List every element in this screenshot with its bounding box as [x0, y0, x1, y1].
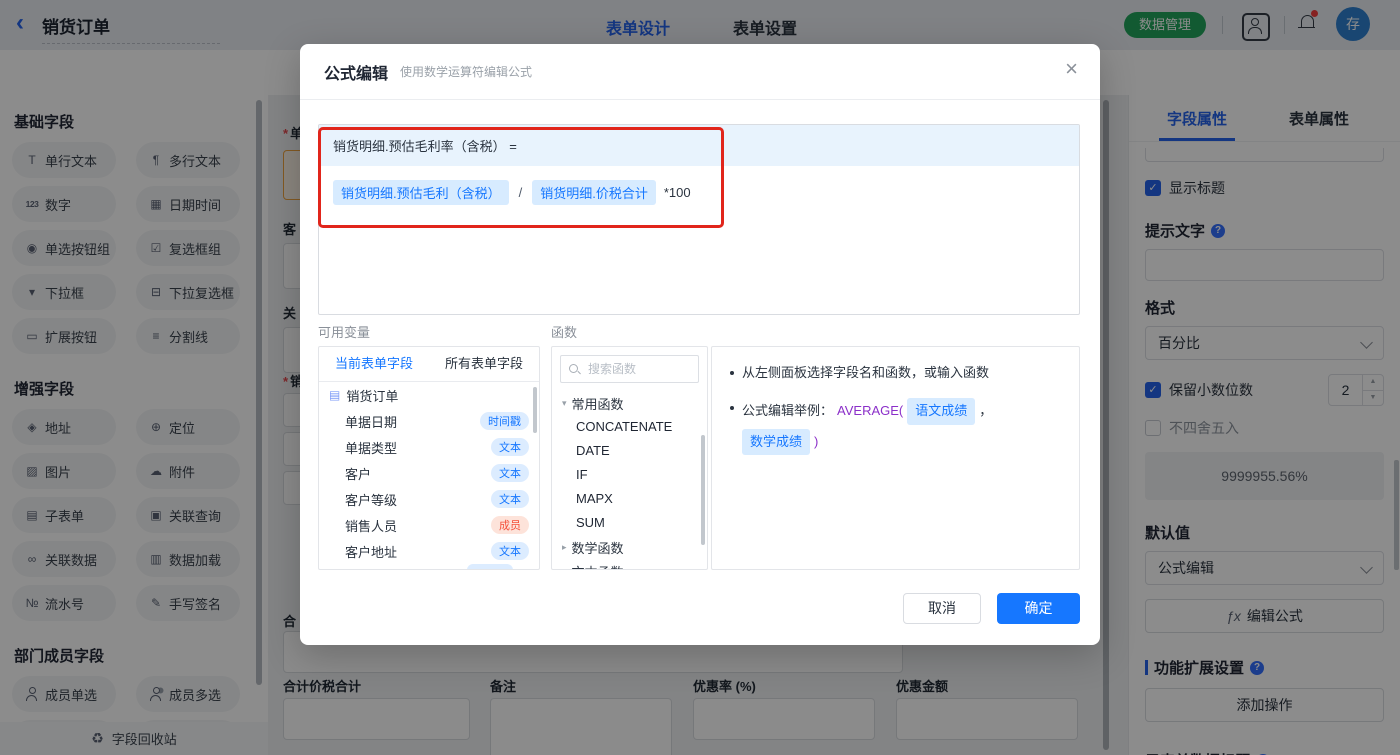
- group-label: 数学函数: [571, 540, 624, 556]
- dialog-title: 公式编辑: [324, 65, 389, 83]
- formula-target-line: 销货明细.预估毛利率（含税） =: [319, 125, 1079, 166]
- formula-operator: /: [518, 185, 523, 200]
- type-badge: 成员: [491, 516, 529, 534]
- formula-field-chip[interactable]: 销货明细.价税合计: [532, 180, 656, 205]
- variable-name: 销售人员: [345, 518, 398, 534]
- app-window: ‹ 销货订单 表单设计 表单设置 数据管理 存 ⧉ 表单外链 ‹/› 后端脚本 …: [0, 0, 1400, 755]
- group-label: 文本函数: [572, 562, 624, 570]
- dialog-header: 公式编辑 使用数学运算符编辑公式: [300, 44, 1100, 100]
- type-badge: 时间戳: [480, 412, 529, 430]
- function-name: AVERAGE(: [837, 402, 904, 418]
- type-badge: 文本: [491, 438, 529, 456]
- function-item[interactable]: DATE: [552, 439, 707, 463]
- variables-panel: 当前表单字段 所有表单字段 ▤ 销货订单 单据日期 时间戳 单据类型 文本 客户…: [318, 346, 540, 570]
- hint-text: 从左侧面板选择字段名和函数，或输入函数: [742, 365, 990, 380]
- comma: ，: [979, 402, 993, 418]
- variable-name: 单据日期: [345, 414, 398, 430]
- variable-name: 客户地址: [345, 544, 398, 560]
- function-item[interactable]: MAPX: [552, 487, 707, 511]
- example-chip: 数学成绩: [742, 428, 811, 456]
- function-close: ): [814, 433, 819, 449]
- variable-row[interactable]: 客户等级 文本: [319, 486, 539, 512]
- variable-row[interactable]: 单据日期 时间戳: [319, 408, 539, 434]
- formula-editor[interactable]: 销货明细.预估毛利率（含税） = 销货明细.预估毛利（含税） / 销货明细.价税…: [318, 124, 1080, 315]
- type-badge: 文本: [491, 464, 529, 482]
- variable-row[interactable]: 客户地址 文本: [319, 538, 539, 564]
- tab-all-form-fields[interactable]: 所有表单字段: [429, 347, 539, 381]
- search-icon: [569, 363, 580, 375]
- functions-scrollbar[interactable]: [701, 435, 705, 545]
- bullet-icon: [730, 371, 734, 375]
- function-group-common[interactable]: ▾ 常用函数: [552, 391, 707, 415]
- chevron-closed-icon: ▸: [562, 541, 567, 552]
- chevron-open-icon: ▾: [562, 397, 567, 408]
- type-badge: 文本: [491, 542, 529, 560]
- chevron-closed-icon: ▸: [562, 566, 567, 570]
- tab-current-form-fields[interactable]: 当前表单字段: [319, 347, 429, 381]
- formula-edit-dialog: 公式编辑 使用数学运算符编辑公式 × 销货明细.预估毛利率（含税） = 销货明细…: [300, 44, 1100, 645]
- function-item[interactable]: SUM: [552, 511, 707, 535]
- function-item[interactable]: CONCATENATE: [552, 415, 707, 439]
- hint-prefix: 公式编辑举例：: [742, 402, 834, 418]
- function-group-text[interactable]: ▸ 文本函数: [552, 559, 707, 570]
- form-doc-icon: ▤: [329, 388, 341, 402]
- confirm-button[interactable]: 确定: [997, 593, 1080, 624]
- dialog-subtitle: 使用数学运算符编辑公式: [400, 65, 533, 79]
- variable-tree-root[interactable]: ▤ 销货订单: [319, 382, 539, 408]
- function-search-input[interactable]: [586, 361, 690, 377]
- variable-name: 客户: [345, 466, 372, 482]
- formula-field-chip[interactable]: 销货明细.预估毛利（含税）: [333, 180, 509, 205]
- bullet-icon: [730, 405, 734, 410]
- variable-row[interactable]: 单据类型 文本: [319, 434, 539, 460]
- variables-scrollbar[interactable]: [533, 387, 537, 433]
- clipped-badge: [467, 564, 513, 569]
- function-group-math[interactable]: ▸ 数学函数: [552, 535, 707, 559]
- formula-target: 销货明细.预估毛利率（含税） =: [333, 139, 517, 154]
- hint-example: 公式编辑举例： AVERAGE( 语文成绩 ， 数学成绩 ): [742, 397, 1061, 456]
- functions-panel: ▾ 常用函数 CONCATENATE DATE IF MAPX SUM ▸ 数学…: [551, 346, 708, 570]
- close-icon[interactable]: ×: [1065, 58, 1078, 80]
- variable-row[interactable]: 客户 文本: [319, 460, 539, 486]
- hint-line-1: 从左侧面板选择字段名和函数，或输入函数: [730, 363, 1061, 384]
- hints-panel: 从左侧面板选择字段名和函数，或输入函数 公式编辑举例： AVERAGE( 语文成…: [711, 346, 1080, 570]
- formula-expression-line: 销货明细.预估毛利（含税） / 销货明细.价税合计 *100: [319, 166, 1079, 219]
- variables-tabs: 当前表单字段 所有表单字段: [319, 347, 539, 382]
- function-item[interactable]: IF: [552, 463, 707, 487]
- hint-line-2: 公式编辑举例： AVERAGE( 语文成绩 ， 数学成绩 ): [730, 397, 1061, 456]
- group-label: 常用函数: [571, 396, 624, 412]
- formula-constant: *100: [663, 185, 691, 200]
- variable-name: 单据类型: [345, 440, 398, 456]
- variables-label: 可用变量: [318, 325, 371, 340]
- type-badge: 文本: [491, 490, 529, 508]
- function-search[interactable]: [560, 355, 699, 383]
- variable-row[interactable]: 销售人员 成员: [319, 512, 539, 538]
- variable-name: 客户等级: [345, 492, 398, 508]
- cancel-button[interactable]: 取消: [903, 593, 981, 624]
- example-chip: 语文成绩: [907, 397, 976, 425]
- root-name: 销货订单: [346, 388, 399, 404]
- functions-label: 函数: [551, 325, 578, 340]
